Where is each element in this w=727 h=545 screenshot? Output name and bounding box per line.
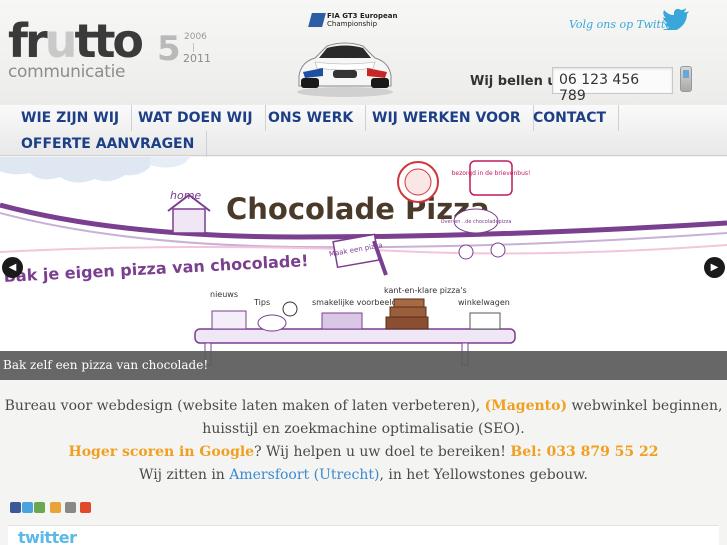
intro-line-1: Bureau voor webdesign (website laten mak… bbox=[0, 395, 727, 418]
anniversary-year-end: 2011 bbox=[183, 52, 211, 65]
print-icon[interactable] bbox=[65, 502, 76, 513]
favorite-icon[interactable] bbox=[50, 502, 61, 513]
site-header: frutto communicatie 5 2006 2011 FIA GT3 … bbox=[0, 0, 727, 105]
add-icon[interactable] bbox=[80, 502, 91, 513]
banner-home-label: home bbox=[170, 189, 201, 202]
badge-over-en: Over en ..de chocoladepizza bbox=[441, 219, 512, 225]
nav-item-ons-werk[interactable]: ONS WERK bbox=[256, 105, 367, 131]
banner-slider[interactable]: home Chocolade Pizza Bak je eigen pizza … bbox=[0, 157, 727, 380]
google-link[interactable]: Hoger scoren in Google bbox=[68, 444, 254, 460]
banner-label-nieuws: nieuws bbox=[210, 290, 238, 299]
google-icon[interactable] bbox=[34, 502, 45, 513]
anniversary-number: 5 bbox=[157, 29, 181, 69]
intro-line-4-text-b: , in het Yellowstones gebouw. bbox=[379, 467, 588, 483]
chevron-left-icon[interactable]: ◀ bbox=[2, 257, 23, 278]
twitter-icon[interactable] bbox=[22, 502, 33, 513]
banner-slogan: Bak je eigen pizza van chocolade! bbox=[3, 251, 309, 286]
anniversary-divider bbox=[193, 43, 194, 52]
fia-gt3-logo: FIA GT3 European Championship bbox=[308, 12, 407, 32]
fia-icon bbox=[308, 13, 326, 27]
intro-line-2: huisstijl en zoekmachine optimalisatie (… bbox=[202, 421, 525, 437]
nav-item-wij-werken-voor[interactable]: WIJ WERKEN VOOR bbox=[360, 105, 534, 131]
callback-phone-input[interactable]: 06 123 456 789 bbox=[552, 67, 673, 104]
nav-item-wie-zijn-wij[interactable]: WIE ZIJN WIJ bbox=[9, 105, 133, 131]
nav-item-offerte-aanvragen[interactable]: OFFERTE AANVRAGEN bbox=[9, 131, 208, 157]
logo-main-text: frutto bbox=[8, 14, 144, 68]
banner-caption[interactable]: Bak zelf een pizza van chocolade! bbox=[0, 351, 727, 380]
intro-text: Bureau voor webdesign (website laten mak… bbox=[0, 395, 727, 487]
logo-sub-text: communicatie bbox=[8, 62, 126, 82]
fia-line-2: Championship bbox=[327, 20, 378, 28]
nav-item-contact[interactable]: CONTACT bbox=[521, 105, 620, 131]
race-car-image bbox=[297, 42, 393, 97]
nav-item-wat-doen-wij[interactable]: WAT DOEN WIJ bbox=[126, 105, 266, 131]
twitter-widget: twitter bbox=[8, 525, 719, 545]
main-navigation: WIE ZIJN WIJ WAT DOEN WIJ ONS WERK WIJ W… bbox=[0, 105, 727, 157]
facebook-icon[interactable] bbox=[10, 502, 21, 513]
magento-link[interactable]: (Magento) bbox=[485, 398, 568, 414]
frutto-logo[interactable]: frutto communicatie bbox=[6, 14, 144, 88]
fia-line-1: FIA GT3 European bbox=[327, 12, 398, 20]
intro-line-3: Hoger scoren in Google? Wij helpen u uw … bbox=[0, 441, 727, 464]
mobile-phone-icon[interactable] bbox=[680, 66, 692, 92]
intro-line-1-text-a: Bureau voor webdesign (website laten mak… bbox=[4, 398, 485, 414]
anniversary-year-start: 2006 bbox=[184, 32, 207, 42]
intro-line-4-text-a: Wij zitten in bbox=[139, 467, 230, 483]
chevron-right-icon[interactable]: ▶ bbox=[704, 257, 725, 278]
badge-bezorgd: bezorgd in de brievenbus! bbox=[452, 170, 531, 177]
location-link[interactable]: Amersfoort (Utrecht) bbox=[229, 467, 379, 483]
intro-line-3-text: ? Wij helpen u uw doel te bereiken! bbox=[254, 444, 511, 460]
call-phone-link[interactable]: Bel: 033 879 55 22 bbox=[510, 444, 658, 460]
chocolade-pizza-illustration: home Chocolade Pizza Bak je eigen pizza … bbox=[0, 157, 727, 366]
anniversary-badge: 5 2006 2011 bbox=[157, 30, 217, 70]
banner-label-winkelwagen: winkelwagen bbox=[458, 298, 510, 307]
banner-label-tips: Tips bbox=[253, 298, 270, 307]
twitter-follow-link[interactable]: Volg ons op Twitter bbox=[569, 18, 677, 31]
fia-text: FIA GT3 European Championship bbox=[327, 12, 407, 28]
intro-line-1-text-b: webwinkel beginnen, bbox=[567, 398, 723, 414]
callback-label: Wij bellen u: bbox=[470, 74, 562, 89]
banner-label-voorbeelden: smakelijke voorbeelden bbox=[312, 298, 407, 307]
intro-line-4: Wij zitten in Amersfoort (Utrecht), in h… bbox=[0, 464, 727, 487]
twitter-bird-icon[interactable] bbox=[662, 8, 690, 30]
twitter-widget-logo[interactable]: twitter bbox=[18, 528, 77, 545]
banner-label-kant-en-klare: kant-en-klare pizza's bbox=[384, 286, 467, 295]
